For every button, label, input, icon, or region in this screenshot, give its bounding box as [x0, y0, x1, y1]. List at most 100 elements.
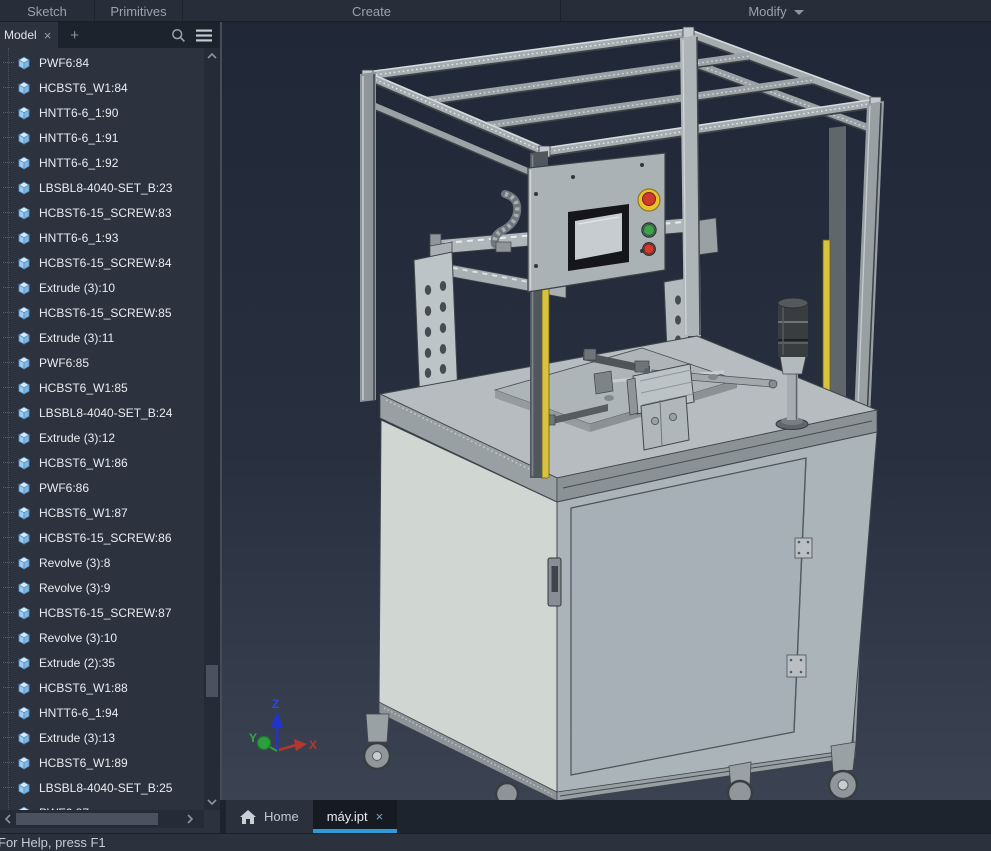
tree-item[interactable]: HCBST6-15_SCREW:85 [0, 300, 204, 325]
tree-connector [3, 312, 14, 313]
part-cube-icon [16, 680, 32, 696]
part-cube-icon [16, 305, 32, 321]
tree-connector [3, 762, 14, 763]
part-cube-icon [16, 430, 32, 446]
part-cube-icon [16, 755, 32, 771]
tree-item[interactable]: HCBST6-15_SCREW:83 [0, 200, 204, 225]
tree-item[interactable]: HCBST6-15_SCREW:87 [0, 600, 204, 625]
part-cube-icon [16, 330, 32, 346]
close-tab-icon[interactable]: × [376, 809, 384, 824]
red-button[interactable] [642, 242, 656, 256]
tree-item[interactable]: HNTT6-6_1:90 [0, 100, 204, 125]
tree-item[interactable]: HCBST6_W1:88 [0, 675, 204, 700]
tree-connector [3, 337, 14, 338]
tree-connector [3, 712, 14, 713]
tree-item-label: HNTT6-6_1:92 [39, 155, 119, 170]
menu-tab-primitives[interactable]: Primitives [95, 0, 183, 22]
part-cube-icon [16, 630, 32, 646]
cabinet-door [570, 457, 807, 776]
tree-item[interactable]: Revolve (3):8 [0, 550, 204, 575]
tree-item[interactable]: Extrude (3):11 [0, 325, 204, 350]
tree-item-label: LBSBL8-4040-SET_B:23 [39, 180, 173, 195]
tab-document-may-ipt[interactable]: máy.ipt × [312, 800, 398, 833]
tree-item[interactable]: HNTT6-6_1:94 [0, 700, 204, 725]
3d-viewport[interactable]: Z X Y [220, 22, 991, 800]
tree-connector [3, 787, 14, 788]
tree-connector [3, 362, 14, 363]
tree-item[interactable]: HCBST6-15_SCREW:84 [0, 250, 204, 275]
tab-model[interactable]: Model × [0, 22, 59, 48]
home-icon [240, 809, 256, 824]
tab-model-label: Model [4, 28, 37, 42]
close-icon[interactable]: × [44, 29, 52, 42]
tree-item[interactable]: HNTT6-6_1:93 [0, 225, 204, 250]
tree-item[interactable]: Extrude (3):12 [0, 425, 204, 450]
tree-item[interactable]: Extrude (2):35 [0, 650, 204, 675]
part-cube-icon [16, 480, 32, 496]
tree-item[interactable]: HCBST6_W1:85 [0, 375, 204, 400]
tree-item-label: Revolve (3):10 [39, 630, 118, 645]
menu-tab-sketch[interactable]: Sketch [0, 0, 95, 22]
menu-tab-create[interactable]: Create [183, 0, 561, 22]
part-cube-icon [16, 655, 32, 671]
tree-item[interactable]: HCBST6_W1:86 [0, 450, 204, 475]
hamburger-menu-icon[interactable] [196, 29, 212, 42]
scroll-up-icon[interactable] [204, 48, 220, 64]
tree-item[interactable]: Extrude (3):13 [0, 725, 204, 750]
dropdown-arrow-icon [793, 9, 804, 15]
tree-item[interactable]: HCBST6-15_SCREW:86 [0, 525, 204, 550]
tree-item[interactable]: HCBST6_W1:87 [0, 500, 204, 525]
tree-item-label: HCBST6_W1:85 [39, 380, 128, 395]
tree-item[interactable]: HNTT6-6_1:91 [0, 125, 204, 150]
emergency-stop-button[interactable] [637, 188, 661, 212]
light-curtain-strip-left [541, 287, 550, 479]
tree-item[interactable]: HCBST6_W1:89 [0, 750, 204, 775]
part-cube-icon [16, 405, 32, 421]
tree-item[interactable]: Revolve (3):10 [0, 625, 204, 650]
tree-item[interactable]: HCBST6_W1:84 [0, 75, 204, 100]
axis-z-arrow [271, 711, 283, 727]
tree-connector [3, 237, 14, 238]
part-cube-icon [16, 105, 32, 121]
search-icon[interactable] [171, 28, 186, 43]
tree-horizontal-scrollbar[interactable] [0, 810, 204, 828]
tree-item-label: LBSBL8-4040-SET_B:25 [39, 780, 173, 795]
green-button[interactable] [641, 222, 657, 238]
tree-connector [3, 387, 14, 388]
scroll-left-icon[interactable] [0, 811, 16, 827]
axis-triad: Z X Y [249, 697, 317, 752]
scroll-right-icon[interactable] [182, 811, 198, 827]
tree-item[interactable]: HNTT6-6_1:92 [0, 150, 204, 175]
tree-item[interactable]: PWF6:87 [0, 800, 204, 810]
part-cube-icon [16, 605, 32, 621]
tree-item[interactable]: PWF6:86 [0, 475, 204, 500]
vertical-scroll-thumb[interactable] [206, 665, 218, 697]
tree-vertical-scrollbar[interactable] [204, 48, 220, 810]
horizontal-scroll-thumb[interactable] [16, 813, 158, 825]
cad-application-window: Sketch Primitives Create Modify Model × … [0, 0, 991, 851]
tree-item-label: PWF6:85 [39, 355, 90, 370]
add-tab-button[interactable]: + [70, 27, 79, 44]
tree-connector [3, 487, 14, 488]
tree-item[interactable]: PWF6:85 [0, 350, 204, 375]
tree-item[interactable]: LBSBL8-4040-SET_B:24 [0, 400, 204, 425]
tree-item[interactable]: Revolve (3):9 [0, 575, 204, 600]
tree-item[interactable]: PWF6:84 [0, 50, 204, 75]
part-cube-icon [16, 730, 32, 746]
tree-connector [3, 587, 14, 588]
tree-item-label: PWF6:86 [39, 480, 90, 495]
part-cube-icon [16, 705, 32, 721]
tree-item-label: HCBST6_W1:84 [39, 80, 128, 95]
axis-x-arrow [294, 739, 307, 751]
tree-item-label: HNTT6-6_1:90 [39, 105, 119, 120]
tree-connector [3, 112, 14, 113]
tree-item-label: HCBST6_W1:87 [39, 505, 128, 520]
scroll-down-icon[interactable] [204, 794, 220, 810]
menu-tab-modify[interactable]: Modify [561, 0, 991, 22]
tree-item-label: Extrude (3):13 [39, 730, 116, 745]
tab-home[interactable]: Home [226, 800, 313, 833]
part-cube-icon [16, 230, 32, 246]
tree-item[interactable]: LBSBL8-4040-SET_B:25 [0, 775, 204, 800]
tree-item[interactable]: Extrude (3):10 [0, 275, 204, 300]
tree-item[interactable]: LBSBL8-4040-SET_B:23 [0, 175, 204, 200]
